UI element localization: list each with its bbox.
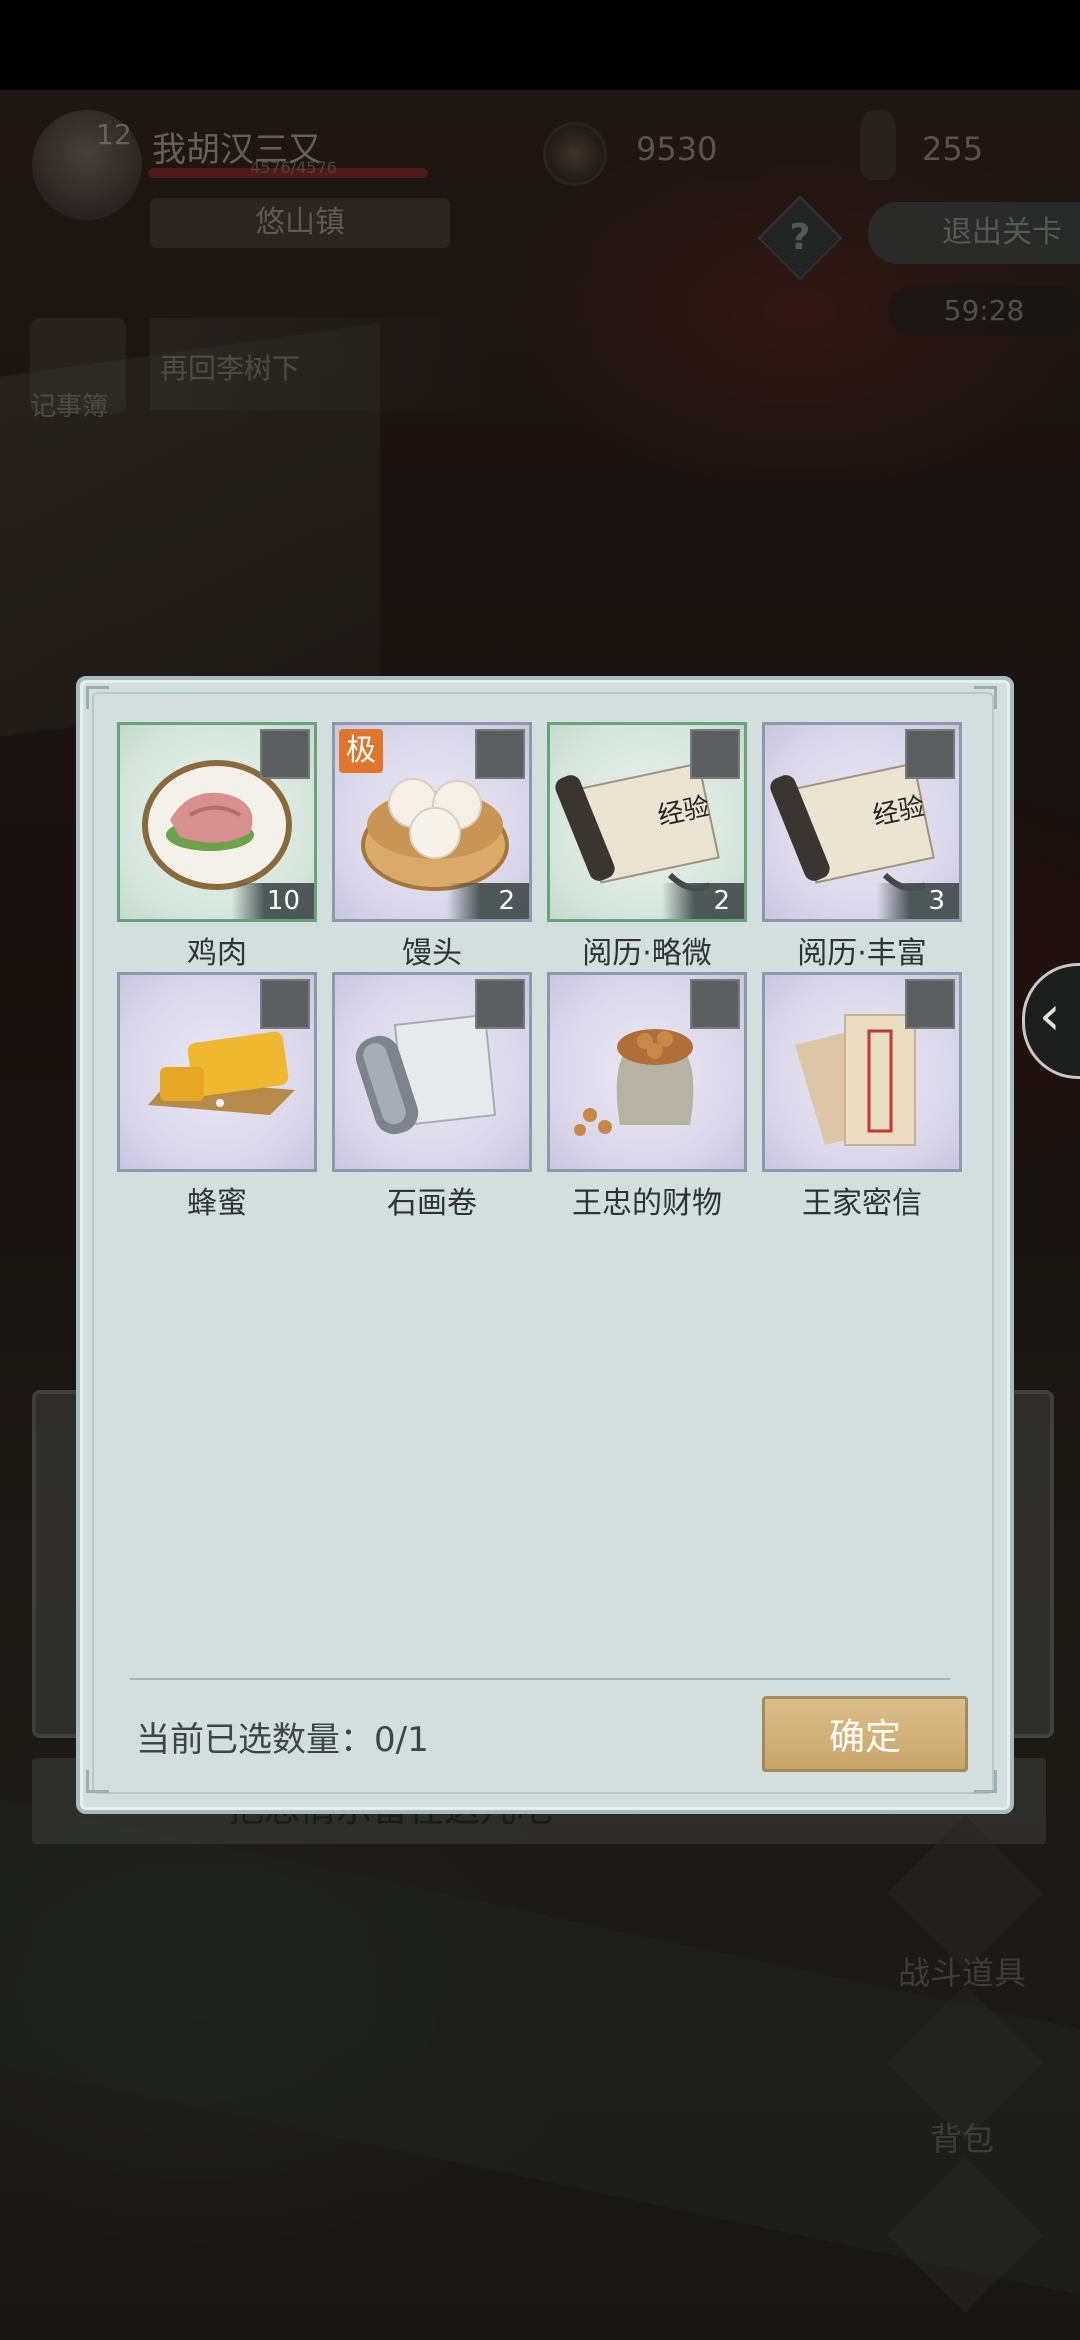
quality-tag: 极 (339, 729, 383, 773)
item-count: 3 (877, 883, 959, 919)
select-checkbox[interactable] (260, 979, 310, 1029)
item-label: 蜂蜜 (187, 1186, 247, 1221)
item-slot-experience-rich[interactable]: 经验 3 (762, 722, 962, 922)
item-slot-steamed-bun[interactable]: 极 2 (332, 722, 532, 922)
item-count: 10 (232, 883, 314, 919)
item-label: 石画卷 (387, 1186, 477, 1221)
item-label: 王家密信 (802, 1186, 922, 1221)
item-label: 阅历·略微 (582, 936, 712, 971)
frame-corner (86, 1770, 109, 1793)
item-slot-wang-family-letter[interactable] (762, 972, 962, 1172)
chevron-left-icon: ‹ (1039, 984, 1061, 1047)
frame-corner (974, 686, 997, 709)
item-slot-chicken[interactable]: 10 (117, 722, 317, 922)
item-label: 阅历·丰富 (797, 936, 927, 971)
selected-count: 当前已选数量：0/1 (136, 1712, 429, 1761)
item-label: 王忠的财物 (572, 1186, 722, 1221)
select-checkbox[interactable] (905, 979, 955, 1029)
item-label: 馒头 (402, 936, 462, 971)
item-count: 2 (662, 883, 744, 919)
item-label: 鸡肉 (187, 936, 247, 971)
select-checkbox[interactable] (475, 979, 525, 1029)
select-checkbox[interactable] (690, 729, 740, 779)
item-slot-honey[interactable] (117, 972, 317, 1172)
item-slot-stone-scroll[interactable] (332, 972, 532, 1172)
confirm-button[interactable]: 确定 (762, 1696, 968, 1772)
selected-count-label: 当前已选数量： (136, 1720, 374, 1760)
select-checkbox[interactable] (260, 729, 310, 779)
selected-count-value: 0/1 (374, 1720, 429, 1760)
item-slot-wangzhong-belongings[interactable] (547, 972, 747, 1172)
select-checkbox[interactable] (690, 979, 740, 1029)
frame-corner (86, 686, 109, 709)
footer-divider (130, 1678, 950, 1680)
select-checkbox[interactable] (905, 729, 955, 779)
item-count: 2 (447, 883, 529, 919)
frame-corner (974, 1770, 997, 1793)
select-checkbox[interactable] (475, 729, 525, 779)
item-slot-experience-minor[interactable]: 经验 2 (547, 722, 747, 922)
